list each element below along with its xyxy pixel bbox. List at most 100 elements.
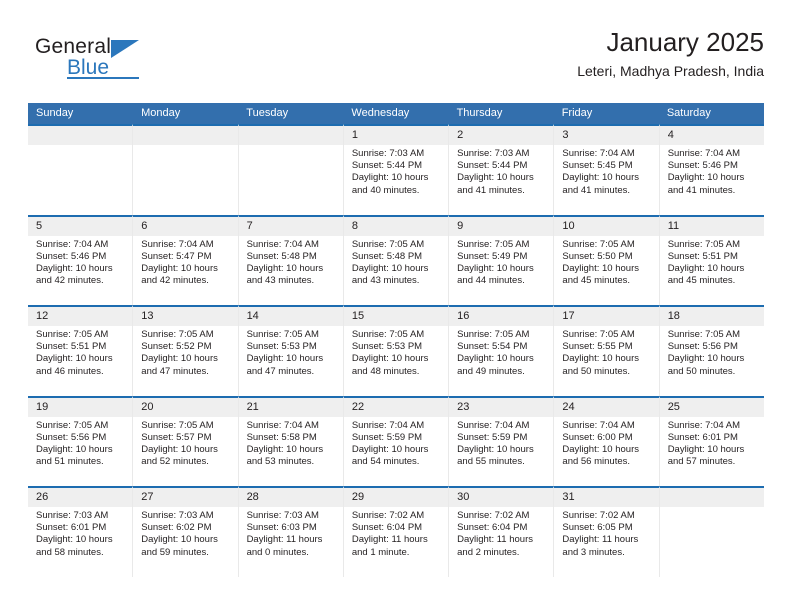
sunrise-text: Sunrise: 7:04 AM [667, 148, 741, 159]
sunrise-text: Sunrise: 7:04 AM [667, 419, 741, 431]
sunrise-text: Sunrise: 7:03 AM [141, 510, 214, 521]
day-cell[interactable]: 1 Sunrise: 7:03 AM Sunset: 5:44 PM Daylight… [343, 124, 450, 215]
sunset-text: Sunset: 5:55 PM [562, 341, 633, 353]
day-cell[interactable]: 25 Sunrise: 7:04 AM Sunset: 6:01 PM Dayligh… [659, 395, 764, 486]
day-cell[interactable]: 4 Sunrise: 7:04 AM Sunset: 5:46 PM Daylight… [659, 124, 764, 215]
day-cell[interactable]: 19 Sunrise: 7:05 AM Sunset: 5:56 PM Dayligh… [28, 395, 134, 486]
day-number: 3 [554, 126, 659, 145]
daylight-text: Daylight: 10 hours and 54 minutes. [351, 443, 429, 468]
sunset-text: Sunset: 5:56 PM [36, 431, 107, 443]
day-number [238, 126, 343, 145]
day-sun-info: Sunrise: 7:05 AM Sunset: 5:51 PM Daylight:… [28, 326, 132, 378]
day-cell[interactable]: 10 Sunrise: 7:05 AM Sunset: 5:50 PM Dayligh… [554, 214, 660, 305]
daylight-text: Daylight: 10 hours and 42 minutes. [36, 262, 113, 287]
day-sun-info: Sunrise: 7:02 AM Sunset: 6:04 PM Daylight:… [344, 507, 448, 559]
sunset-text: Sunset: 5:53 PM [351, 341, 423, 353]
day-number: 25 [659, 397, 764, 417]
day-cell[interactable]: 8 Sunrise: 7:05 AM Sunset: 5:48 PM Daylight… [343, 214, 450, 305]
calendar-week-row: 1 Sunrise: 7:03 AM Sunset: 5:44 PM Daylight… [28, 124, 764, 215]
day-number: 17 [554, 307, 659, 326]
day-number: 5 [28, 216, 133, 236]
daylight-text: Daylight: 10 hours and 41 minutes. [457, 172, 534, 196]
day-sun-info: Sunrise: 7:03 AM Sunset: 6:03 PM Daylight:… [239, 507, 343, 559]
day-sun-info: Sunrise: 7:05 AM Sunset: 5:53 PM Daylight:… [344, 326, 448, 378]
day-number [133, 126, 238, 145]
day-cell[interactable]: 7 Sunrise: 7:04 AM Sunset: 5:48 PM Daylight… [238, 214, 344, 305]
day-sun-info: Sunrise: 7:05 AM Sunset: 5:54 PM Daylight:… [449, 326, 553, 378]
sunset-text: Sunset: 5:46 PM [667, 160, 738, 172]
day-cell[interactable]: 18 Sunrise: 7:05 AM Sunset: 5:56 PM Dayligh… [659, 305, 764, 396]
sunrise-text: Sunrise: 7:05 AM [457, 329, 530, 340]
day-number: 16 [449, 307, 554, 326]
day-cell[interactable]: 13 Sunrise: 7:05 AM Sunset: 5:52 PM Dayligh… [133, 305, 239, 396]
day-cell[interactable]: 17 Sunrise: 7:05 AM Sunset: 5:55 PM Dayligh… [554, 305, 660, 396]
sunrise-text: Sunrise: 7:05 AM [562, 329, 635, 340]
day-number: 19 [28, 397, 133, 417]
day-cell[interactable]: 3 Sunrise: 7:04 AM Sunset: 5:45 PM Daylight… [554, 124, 660, 215]
day-cell[interactable]: 22 Sunrise: 7:04 AM Sunset: 5:59 PM Dayligh… [343, 395, 450, 486]
day-number: 10 [554, 216, 659, 236]
day-sun-info: Sunrise: 7:04 AM Sunset: 5:59 PM Daylight:… [449, 417, 553, 469]
sunrise-text: Sunrise: 7:05 AM [36, 419, 109, 431]
day-cell[interactable]: 12 Sunrise: 7:05 AM Sunset: 5:51 PM Dayligh… [28, 305, 134, 396]
day-sun-info: Sunrise: 7:05 AM Sunset: 5:49 PM Daylight:… [449, 236, 553, 288]
day-sun-info: Sunrise: 7:04 AM Sunset: 6:01 PM Daylight:… [660, 417, 764, 469]
day-sun-info: Sunrise: 7:04 AM Sunset: 6:00 PM Daylight:… [554, 417, 658, 469]
day-cell[interactable]: 2 Sunrise: 7:03 AM Sunset: 5:44 PM Daylight… [449, 124, 555, 215]
weekday-header-thursday: Thursday [456, 107, 503, 119]
sunset-text: Sunset: 5:44 PM [351, 160, 423, 172]
day-sun-info: Sunrise: 7:03 AM Sunset: 6:02 PM Daylight:… [133, 507, 237, 559]
day-cell[interactable]: 24 Sunrise: 7:04 AM Sunset: 6:00 PM Dayligh… [554, 395, 660, 486]
daylight-text: Daylight: 10 hours and 41 minutes. [667, 172, 745, 196]
day-cell[interactable]: 30 Sunrise: 7:02 AM Sunset: 6:04 PM Dayligh… [449, 486, 555, 577]
day-cell[interactable]: 14 Sunrise: 7:05 AM Sunset: 5:53 PM Dayligh… [238, 305, 344, 396]
day-cell[interactable]: 28 Sunrise: 7:03 AM Sunset: 6:03 PM Dayligh… [238, 486, 344, 577]
day-number: 21 [238, 397, 343, 417]
day-cell-empty [659, 486, 764, 577]
day-sun-info: Sunrise: 7:05 AM Sunset: 5:48 PM Daylight:… [344, 236, 448, 288]
day-sun-info: Sunrise: 7:05 AM Sunset: 5:50 PM Daylight:… [554, 236, 658, 288]
sunrise-text: Sunrise: 7:02 AM [351, 510, 425, 521]
day-number: 23 [449, 397, 554, 417]
calendar-weeks: 1 Sunrise: 7:03 AM Sunset: 5:44 PM Daylight… [28, 124, 764, 577]
day-cell[interactable]: 5 Sunrise: 7:04 AM Sunset: 5:46 PM Daylight… [28, 214, 134, 305]
day-cell[interactable]: 6 Sunrise: 7:04 AM Sunset: 5:47 PM Daylight… [133, 214, 239, 305]
day-number: 24 [554, 397, 659, 417]
sunrise-text: Sunrise: 7:05 AM [246, 329, 319, 340]
daylight-text: Daylight: 10 hours and 49 minutes. [457, 353, 534, 377]
day-cell[interactable]: 31 Sunrise: 7:02 AM Sunset: 6:05 PM Dayligh… [554, 486, 660, 577]
day-cell[interactable]: 16 Sunrise: 7:05 AM Sunset: 5:54 PM Dayligh… [449, 305, 555, 396]
day-sun-info: Sunrise: 7:05 AM Sunset: 5:55 PM Daylight:… [554, 326, 658, 378]
day-number: 8 [343, 216, 449, 236]
day-cell[interactable]: 15 Sunrise: 7:05 AM Sunset: 5:53 PM Dayligh… [343, 305, 450, 396]
day-cell[interactable]: 11 Sunrise: 7:05 AM Sunset: 5:51 PM Dayligh… [659, 214, 764, 305]
sunset-text: Sunset: 5:57 PM [141, 431, 212, 443]
day-cell[interactable]: 27 Sunrise: 7:03 AM Sunset: 6:02 PM Dayligh… [133, 486, 239, 577]
weekday-header-friday: Friday [561, 107, 593, 119]
weekday-header-monday: Monday [141, 107, 181, 119]
day-cell[interactable]: 21 Sunrise: 7:04 AM Sunset: 5:58 PM Dayligh… [238, 395, 344, 486]
day-sun-info: Sunrise: 7:04 AM Sunset: 5:59 PM Daylight:… [344, 417, 448, 469]
day-cell[interactable]: 9 Sunrise: 7:05 AM Sunset: 5:49 PM Daylight… [449, 214, 555, 305]
day-cell[interactable]: 20 Sunrise: 7:05 AM Sunset: 5:57 PM Dayligh… [133, 395, 239, 486]
day-cell[interactable]: 29 Sunrise: 7:02 AM Sunset: 6:04 PM Dayligh… [343, 486, 450, 577]
brand-logo[interactable]: General Blue [35, 36, 235, 92]
day-cell[interactable]: 23 Sunrise: 7:04 AM Sunset: 5:59 PM Dayligh… [449, 395, 555, 486]
sunrise-text: Sunrise: 7:05 AM [562, 238, 635, 250]
sunset-text: Sunset: 6:03 PM [246, 522, 317, 534]
sunset-text: Sunset: 6:02 PM [141, 522, 212, 534]
day-sun-info: Sunrise: 7:02 AM Sunset: 6:05 PM Daylight:… [554, 507, 658, 559]
daylight-text: Daylight: 11 hours and 0 minutes. [246, 534, 323, 558]
sunrise-text: Sunrise: 7:05 AM [457, 238, 530, 250]
daylight-text: Daylight: 10 hours and 55 minutes. [457, 443, 534, 468]
day-number: 12 [28, 307, 133, 326]
sunset-text: Sunset: 6:01 PM [667, 431, 738, 443]
sunset-text: Sunset: 6:01 PM [36, 522, 107, 534]
day-cell[interactable]: 26 Sunrise: 7:03 AM Sunset: 6:01 PM Dayligh… [28, 486, 134, 577]
brand-name-general: General [35, 35, 112, 58]
sunrise-text: Sunrise: 7:05 AM [141, 419, 214, 431]
sunset-text: Sunset: 5:47 PM [141, 250, 212, 262]
sunrise-text: Sunrise: 7:05 AM [667, 329, 741, 340]
daylight-text: Daylight: 10 hours and 58 minutes. [36, 534, 113, 558]
sunrise-text: Sunrise: 7:05 AM [36, 329, 109, 340]
